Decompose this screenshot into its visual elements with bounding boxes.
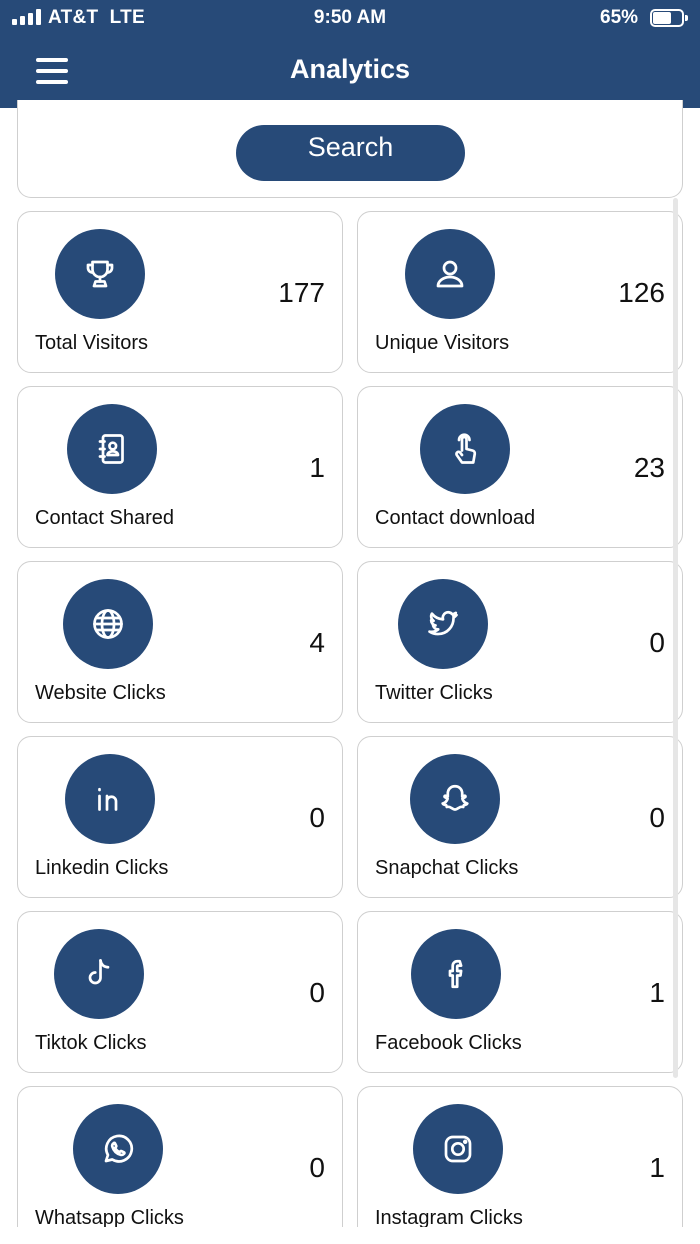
linkedin-icon [65, 754, 155, 844]
stat-value: 0 [309, 1152, 325, 1183]
instagram-icon [413, 1104, 503, 1194]
facebook-icon [411, 929, 501, 1019]
whatsapp-icon [73, 1104, 163, 1194]
twitter-icon [398, 579, 488, 669]
stat-label: Contact download [375, 507, 536, 529]
stat-card-unique-visitors[interactable]: 126 Unique Visitors [357, 211, 683, 373]
stat-label: Facebook Clicks [375, 1032, 522, 1054]
bottom-edge [0, 1227, 700, 1244]
snapchat-icon [410, 754, 500, 844]
stat-value: 0 [309, 802, 325, 833]
battery-icon [650, 9, 688, 27]
stat-label: Snapchat Clicks [375, 857, 519, 879]
stat-value: 177 [278, 277, 325, 308]
stat-card-snapchat-clicks[interactable]: 0 Snapchat Clicks [357, 736, 683, 898]
stat-value: 126 [618, 277, 665, 308]
contact-book-icon [67, 404, 157, 494]
page-title: Analytics [289, 54, 411, 84]
stat-card-contact-shared[interactable]: 1 Contact Shared [17, 386, 343, 548]
stat-card-linkedin-clicks[interactable]: 0 Linkedin Clicks [17, 736, 343, 898]
app-header: AT&T LTE 9:50 AM 65% Analytics [0, 0, 700, 108]
scrollbar[interactable] [673, 198, 678, 1078]
stat-card-instagram-clicks[interactable]: 1 Instagram Clicks [357, 1086, 683, 1244]
stat-card-whatsapp-clicks[interactable]: 0 Whatsapp Clicks [17, 1086, 343, 1244]
stat-value: 0 [649, 627, 665, 658]
tap-hand-icon [420, 404, 510, 494]
globe-icon [63, 579, 153, 669]
stat-card-total-visitors[interactable]: 177 Total Visitors [17, 211, 343, 373]
stat-value: 4 [309, 627, 325, 658]
stat-label: Linkedin Clicks [35, 857, 169, 879]
stat-card-contact-download[interactable]: 23 Contact download [357, 386, 683, 548]
stat-card-twitter-clicks[interactable]: 0 Twitter Clicks [357, 561, 683, 723]
stat-value: 23 [633, 452, 665, 483]
stat-card-facebook-clicks[interactable]: 1 Facebook Clicks [357, 911, 683, 1073]
user-icon [405, 229, 495, 319]
stat-value: 0 [649, 802, 665, 833]
trophy-icon [55, 229, 145, 319]
tiktok-icon [54, 929, 144, 1019]
stat-value: 1 [649, 1152, 665, 1183]
battery-percent: 65% [600, 7, 639, 28]
clock: 9:50 AM [313, 7, 387, 28]
stat-value: 1 [649, 977, 665, 1008]
stat-label: Unique Visitors [375, 332, 510, 354]
stat-label: Twitter Clicks [375, 682, 493, 704]
status-bar: AT&T LTE 9:50 AM 65% [0, 0, 700, 36]
stat-value: 1 [309, 452, 325, 483]
stat-card-website-clicks[interactable]: 4 Website Clicks [17, 561, 343, 723]
stat-label: Contact Shared [35, 507, 174, 529]
stat-label: Website Clicks [35, 682, 166, 704]
stat-value: 0 [309, 977, 325, 1008]
search-button[interactable]: Search [236, 125, 465, 181]
stat-card-tiktok-clicks[interactable]: 0 Tiktok Clicks [17, 911, 343, 1073]
stat-label: Tiktok Clicks [35, 1032, 147, 1054]
stat-label: Total Visitors [35, 332, 149, 354]
